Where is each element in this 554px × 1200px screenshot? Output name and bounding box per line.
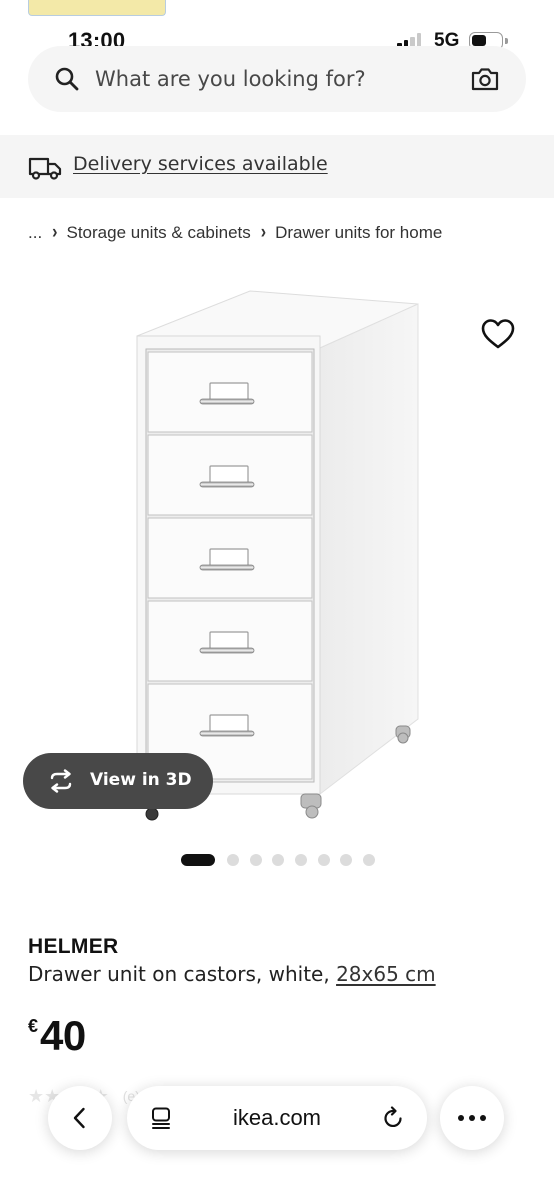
reload-icon[interactable] <box>381 1106 405 1130</box>
reader-mode-icon[interactable] <box>149 1106 173 1130</box>
carousel-dot[interactable] <box>249 854 262 866</box>
product-description-text: Drawer unit on castors, white, <box>28 962 330 986</box>
search-icon[interactable] <box>54 66 80 92</box>
product-gallery[interactable]: View in 3D <box>0 262 554 842</box>
price-amount: 40 <box>40 1012 86 1059</box>
carousel-dot[interactable] <box>317 854 330 866</box>
carousel-dot-active[interactable] <box>181 854 215 866</box>
chevron-right-icon: › <box>52 222 58 243</box>
carousel-indicator[interactable] <box>181 853 386 867</box>
breadcrumb-ellipsis[interactable]: ... <box>28 223 42 243</box>
delivery-services-link[interactable]: Delivery services available <box>73 153 328 175</box>
breadcrumb-item-drawer-units[interactable]: Drawer units for home <box>275 223 442 243</box>
address-bar[interactable]: ikea.com <box>127 1086 427 1150</box>
carousel-dot[interactable] <box>227 854 239 866</box>
product-size-link[interactable]: 28x65 cm <box>336 962 436 986</box>
truck-icon <box>28 157 62 180</box>
back-button[interactable] <box>48 1086 112 1150</box>
breadcrumb: ... › Storage units & cabinets › Drawer … <box>28 221 442 245</box>
view-in-3d-button[interactable]: View in 3D <box>23 753 213 809</box>
more-icon <box>458 1115 486 1121</box>
carousel-dot[interactable] <box>295 854 308 866</box>
product-name: HELMER <box>28 935 119 958</box>
product-description: Drawer unit on castors, white, 28x65 cm <box>28 962 436 986</box>
breadcrumb-item-storage-units[interactable]: Storage units & cabinets <box>67 223 251 243</box>
battery-tip <box>505 38 508 44</box>
carousel-dot[interactable] <box>272 854 285 866</box>
favorite-heart-icon[interactable] <box>480 317 516 351</box>
rotate-3d-icon <box>50 769 72 793</box>
chevron-right-icon: › <box>260 222 267 243</box>
delivery-banner[interactable]: Delivery services available <box>0 135 554 198</box>
carousel-dot[interactable] <box>340 854 353 866</box>
carousel-dot[interactable] <box>363 854 376 866</box>
search-bar[interactable] <box>28 46 526 112</box>
camera-icon[interactable] <box>470 66 500 92</box>
url-text[interactable]: ikea.com <box>217 1105 337 1131</box>
product-image[interactable] <box>130 286 430 826</box>
price-currency: € <box>28 1016 39 1036</box>
chevron-left-icon <box>73 1107 85 1129</box>
browser-toolbar: ikea.com <box>0 1075 554 1200</box>
view-in-3d-label: View in 3D <box>90 770 192 790</box>
more-button[interactable] <box>440 1086 504 1150</box>
search-input[interactable] <box>95 62 455 96</box>
picture-in-picture-strip <box>28 0 166 16</box>
